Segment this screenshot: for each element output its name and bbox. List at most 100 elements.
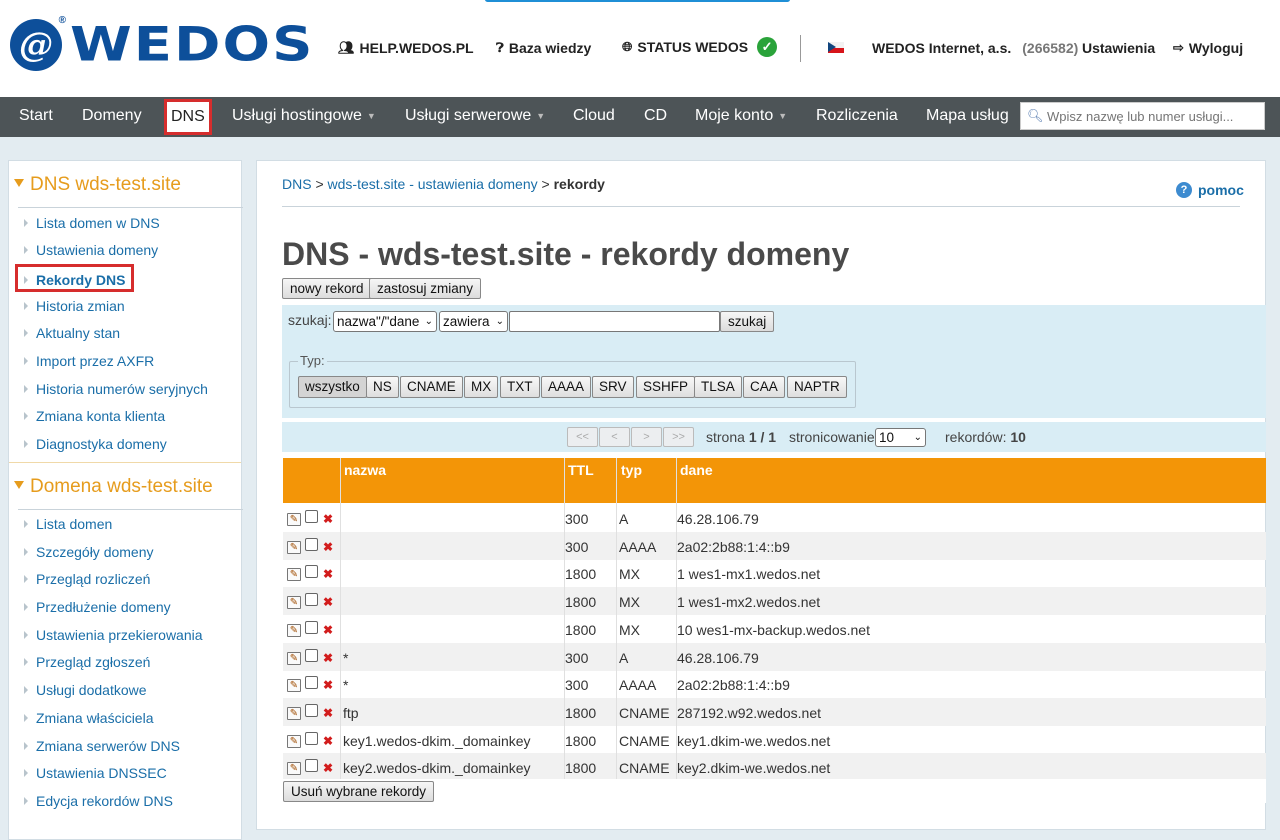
edit-icon[interactable]: ✎ bbox=[287, 568, 301, 582]
sidebar-item-requests[interactable]: Przegląd zgłoszeń bbox=[24, 652, 150, 672]
new-record-button[interactable]: nowy rekord bbox=[282, 278, 372, 299]
search-input[interactable] bbox=[509, 311, 720, 332]
sidebar-section-domain-title[interactable]: Domena wds-test.site bbox=[14, 476, 213, 498]
delete-icon[interactable]: ✖ bbox=[323, 596, 333, 608]
search-field-select[interactable]: nazwa"/"dane ⌄ bbox=[333, 311, 437, 332]
edit-icon[interactable]: ✎ bbox=[287, 679, 301, 693]
row-checkbox[interactable] bbox=[305, 620, 318, 634]
nav-domeny[interactable]: Domeny bbox=[82, 97, 142, 137]
per-page-select[interactable]: 10 ⌄ bbox=[875, 428, 926, 447]
sidebar-item-serial-history[interactable]: Historia numerów seryjnych bbox=[24, 379, 208, 399]
sidebar-item-axfr-import[interactable]: Import przez AXFR bbox=[24, 351, 154, 371]
type-filter-aaaa[interactable]: AAAA bbox=[541, 376, 592, 398]
sidebar-item-extra-services[interactable]: Usługi dodatkowe bbox=[24, 680, 147, 700]
row-checkbox[interactable] bbox=[305, 593, 318, 607]
search-button[interactable]: szukaj bbox=[720, 311, 775, 332]
row-checkbox[interactable] bbox=[305, 759, 318, 773]
row-checkbox[interactable] bbox=[305, 510, 318, 523]
wedos-logo[interactable]: @ ® WEDOS bbox=[10, 15, 314, 72]
nav-billing[interactable]: Rozliczenia bbox=[816, 97, 898, 137]
next-page-button[interactable]: > bbox=[631, 427, 662, 447]
row-checkbox[interactable] bbox=[305, 648, 318, 662]
help-link[interactable]: 👥︎ HELP.WEDOS.PL bbox=[338, 40, 474, 56]
delete-selected-button[interactable]: Usuń wybrane rekordy bbox=[283, 781, 435, 802]
row-checkbox[interactable] bbox=[305, 565, 318, 579]
sidebar-item-change-history[interactable]: Historia zmian bbox=[24, 296, 125, 316]
nav-account[interactable]: Moje konto ▼ bbox=[695, 97, 787, 137]
sidebar-item-renewal[interactable]: Przedłużenie domeny bbox=[24, 597, 171, 617]
last-page-button[interactable]: >> bbox=[663, 427, 694, 447]
sidebar-item-owner-change[interactable]: Zmiana właściciela bbox=[24, 708, 153, 728]
column-header-data[interactable]: dane bbox=[680, 462, 713, 478]
edit-icon[interactable]: ✎ bbox=[287, 762, 301, 776]
column-header-type[interactable]: typ bbox=[621, 462, 642, 478]
row-checkbox[interactable] bbox=[305, 703, 318, 717]
delete-icon[interactable]: ✖ bbox=[323, 762, 333, 774]
search-mode-select[interactable]: zawiera ⌄ bbox=[439, 311, 508, 332]
knowledge-base-link[interactable]: ❓︎ Baza wiedzy bbox=[496, 40, 591, 56]
logout-link[interactable]: ⇨ Wyloguj bbox=[1173, 40, 1243, 56]
type-filter-caa[interactable]: CAA bbox=[743, 376, 785, 398]
sidebar-item-domain-settings[interactable]: Ustawienia domeny bbox=[24, 240, 158, 260]
nav-service-map[interactable]: Mapa usług bbox=[926, 97, 1009, 137]
edit-icon[interactable]: ✎ bbox=[287, 540, 301, 554]
delete-icon[interactable]: ✖ bbox=[323, 568, 333, 580]
row-checkbox[interactable] bbox=[305, 676, 318, 690]
settings-link[interactable]: Ustawienia bbox=[1082, 40, 1155, 56]
sidebar-item-dns-servers[interactable]: Zmiana serwerów DNS bbox=[24, 736, 180, 756]
nav-start[interactable]: Start bbox=[19, 97, 53, 137]
row-checkbox[interactable] bbox=[305, 731, 318, 745]
delete-icon[interactable]: ✖ bbox=[323, 624, 333, 636]
sidebar-item-dnssec[interactable]: Ustawienia DNSSEC bbox=[24, 763, 167, 783]
breadcrumb-dns[interactable]: DNS bbox=[282, 176, 312, 192]
edit-icon[interactable]: ✎ bbox=[287, 513, 301, 526]
sidebar-item-dns-records[interactable]: Rekordy DNS bbox=[15, 264, 135, 292]
edit-icon[interactable]: ✎ bbox=[287, 596, 301, 610]
edit-icon[interactable]: ✎ bbox=[287, 623, 301, 637]
nav-cloud[interactable]: Cloud bbox=[573, 97, 615, 137]
type-filter-sshfp[interactable]: SSHFP bbox=[636, 376, 696, 398]
delete-icon[interactable]: ✖ bbox=[323, 541, 333, 553]
sidebar-item-billing-overview[interactable]: Przegląd rozliczeń bbox=[24, 569, 150, 589]
first-page-button[interactable]: << bbox=[567, 427, 598, 447]
page-indicator: strona 1 / 1 bbox=[706, 429, 777, 445]
row-checkbox[interactable] bbox=[305, 537, 318, 551]
prev-page-button[interactable]: < bbox=[599, 427, 630, 447]
sidebar-item-dns-list[interactable]: Lista domen w DNS bbox=[24, 213, 160, 233]
delete-icon[interactable]: ✖ bbox=[323, 679, 333, 691]
help-button[interactable]: ? pomoc bbox=[1176, 182, 1244, 198]
edit-icon[interactable]: ✎ bbox=[287, 734, 301, 748]
edit-icon[interactable]: ✎ bbox=[287, 706, 301, 720]
sidebar-item-diagnostics[interactable]: Diagnostyka domeny bbox=[24, 434, 167, 454]
delete-icon[interactable]: ✖ bbox=[323, 735, 333, 747]
apply-changes-button[interactable]: zastosuj zmiany bbox=[369, 278, 482, 299]
service-search-input[interactable] bbox=[1020, 102, 1265, 130]
type-filter-txt[interactable]: TXT bbox=[500, 376, 540, 398]
type-filter-all[interactable]: wszystko bbox=[298, 376, 367, 398]
nav-dns[interactable]: DNS bbox=[164, 99, 212, 135]
type-filter-cname[interactable]: CNAME bbox=[400, 376, 463, 398]
column-header-ttl[interactable]: TTL bbox=[568, 462, 594, 478]
sidebar-item-domain-list[interactable]: Lista domen bbox=[24, 514, 112, 534]
breadcrumb-domain-settings[interactable]: wds-test.site - ustawienia domeny bbox=[328, 176, 538, 192]
column-header-name[interactable]: nazwa bbox=[344, 462, 386, 478]
type-filter-ns[interactable]: NS bbox=[366, 376, 399, 398]
type-filter-naptr[interactable]: NAPTR bbox=[787, 376, 847, 398]
status-link[interactable]: 🌐︎ STATUS WEDOS ✓ bbox=[622, 37, 778, 57]
type-filter-mx[interactable]: MX bbox=[464, 376, 499, 398]
delete-icon[interactable]: ✖ bbox=[323, 652, 333, 664]
nav-cd[interactable]: CD bbox=[644, 97, 667, 137]
nav-hosting[interactable]: Usługi hostingowe ▼ bbox=[232, 97, 376, 137]
sidebar-item-edit-records[interactable]: Edycja rekordów DNS bbox=[24, 791, 173, 811]
type-filter-srv[interactable]: SRV bbox=[592, 376, 634, 398]
sidebar-item-redirect-settings[interactable]: Ustawienia przekierowania bbox=[24, 625, 203, 645]
sidebar-item-current-state[interactable]: Aktualny stan bbox=[24, 323, 120, 343]
sidebar-item-change-client[interactable]: Zmiana konta klienta bbox=[24, 406, 165, 426]
edit-icon[interactable]: ✎ bbox=[287, 651, 301, 665]
delete-icon[interactable]: ✖ bbox=[323, 513, 333, 525]
type-filter-tlsa[interactable]: TLSA bbox=[694, 376, 742, 398]
sidebar-section-dns-title[interactable]: DNS wds-test.site bbox=[14, 174, 181, 196]
nav-servers[interactable]: Usługi serwerowe ▼ bbox=[405, 97, 545, 137]
sidebar-item-domain-details[interactable]: Szczegóły domeny bbox=[24, 542, 154, 562]
delete-icon[interactable]: ✖ bbox=[323, 707, 333, 719]
